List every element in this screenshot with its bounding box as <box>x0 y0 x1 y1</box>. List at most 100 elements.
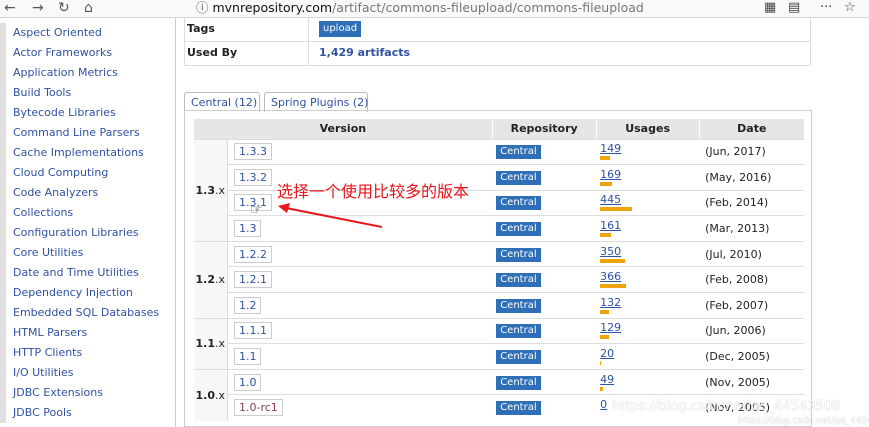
version-link[interactable]: 1.2.1 <box>233 271 272 289</box>
version-group-suffix: .x <box>214 183 225 197</box>
tags-label: Tags <box>187 22 215 35</box>
usages-link[interactable]: 132 <box>600 296 699 309</box>
usedby-link[interactable]: 1,429 artifacts <box>319 46 410 59</box>
sidebar-item-http-clients[interactable]: HTTP Clients <box>0 343 176 363</box>
usages-bar <box>600 181 613 186</box>
url-host: mvnrepository.com <box>212 0 333 15</box>
sidebar-item-bytecode-libraries[interactable]: Bytecode Libraries <box>0 103 176 123</box>
version-row: 1.1 Central 20 (Dec, 2005) <box>194 343 804 370</box>
usages-cell: 366 <box>596 266 700 293</box>
usages-link[interactable]: 350 <box>600 245 699 258</box>
version-link[interactable]: 1.0-rc1 <box>233 399 283 417</box>
reader-view-icon[interactable]: ▤ <box>788 0 800 16</box>
sidebar-item-jdbc-pools[interactable]: JDBC Pools <box>0 403 176 423</box>
qr-code-icon[interactable]: ▦ <box>764 0 776 16</box>
repository-badge[interactable]: Central <box>496 222 541 237</box>
watermark: https://blog.csdn.net/qq_44543508 <box>612 399 841 414</box>
version-row: 1.3.x 1.3.3 Central 149 (Jun, 2017) <box>193 138 804 242</box>
watermark-small: https://blog.csdn.net/qq_44543508 <box>738 416 869 426</box>
repository-badge[interactable]: Central <box>496 350 541 365</box>
repository-cell: Central <box>492 164 597 191</box>
sidebar-item-embedded-sql-databases[interactable]: Embedded SQL Databases <box>0 303 176 323</box>
sidebar-item-date-and-time-utilities[interactable]: Date and Time Utilities <box>0 263 176 283</box>
repository-badge[interactable]: Central <box>496 273 541 288</box>
date-cell: (Feb, 2008) <box>699 266 804 293</box>
repository-badge[interactable]: Central <box>496 196 541 211</box>
sidebar-item-command-line-parsers[interactable]: Command Line Parsers <box>0 123 176 143</box>
repository-badge[interactable]: Central <box>496 145 541 160</box>
version-link[interactable]: 1.3.2 <box>233 168 272 186</box>
usages-link[interactable]: 129 <box>600 322 699 334</box>
version-link[interactable]: 1.2 <box>233 296 262 314</box>
repository-cell: Central <box>492 240 597 267</box>
categories-sidebar: Aspect Oriented Actor Frameworks Applicati… <box>0 18 176 427</box>
sidebar-item-i-o-utilities[interactable]: I/O Utilities <box>0 363 176 383</box>
repository-badge[interactable]: Central <box>496 375 541 390</box>
divider <box>308 42 309 66</box>
tab-spring-plugins[interactable]: Spring Plugins (2) <box>264 92 368 112</box>
repository-cell: Central <box>492 189 597 216</box>
version-link[interactable]: 1.0 <box>233 373 262 391</box>
version-row: 1.1.x 1.1.1 Central 129 (Jun, 2006) <box>193 317 804 370</box>
version-link[interactable]: 1.2.2 <box>233 245 272 263</box>
repository-cell: Central <box>492 215 597 242</box>
version-link[interactable]: 1.1.1 <box>233 322 272 340</box>
usages-cell: 149 <box>596 138 700 165</box>
col-header-date: Date <box>698 119 804 139</box>
usages-link[interactable]: 169 <box>600 168 699 181</box>
usages-link[interactable]: 366 <box>600 271 699 283</box>
sidebar-item-jdbc-extensions[interactable]: JDBC Extensions <box>0 383 176 403</box>
arrow-right-icon[interactable]: → <box>32 1 44 16</box>
sidebar-item-core-utilities[interactable]: Core Utilities <box>0 243 176 263</box>
version-cell: 1.0-rc1 <box>227 394 493 421</box>
usages-cell: 129 <box>596 317 700 344</box>
repository-badge[interactable]: Central <box>496 401 541 416</box>
sidebar-item-cloud-computing[interactable]: Cloud Computing <box>0 163 176 183</box>
tag-badge[interactable]: upload <box>319 21 362 37</box>
annotation-arrow <box>278 203 383 228</box>
sidebar-item-cache-implementations[interactable]: Cache Implementations <box>0 143 176 163</box>
date-cell: (Dec, 2005) <box>699 343 804 370</box>
version-group-label: 1.3.x <box>193 138 228 242</box>
usages-cell: 49 <box>596 368 700 395</box>
sidebar-item-dependency-injection[interactable]: Dependency Injection <box>0 283 176 303</box>
version-group-number: 1.0 <box>195 388 215 402</box>
usages-bar <box>600 233 612 238</box>
sidebar-item-application-metrics[interactable]: Application Metrics <box>0 63 176 83</box>
usages-cell: 161 <box>596 215 700 242</box>
sidebar-item-html-parsers[interactable]: HTML Parsers <box>0 323 176 343</box>
tab-central[interactable]: Central (12) <box>184 92 260 112</box>
usages-link[interactable]: 161 <box>600 220 699 232</box>
date-cell: (Jun, 2017) <box>699 138 804 165</box>
repository-badge[interactable]: Central <box>496 298 541 313</box>
repository-badge[interactable]: Central <box>496 170 541 185</box>
more-icon[interactable]: ··· <box>820 0 832 16</box>
sidebar-item-build-tools[interactable]: Build Tools <box>0 83 176 103</box>
version-group-number: 1.1 <box>195 337 215 351</box>
usages-link[interactable]: 49 <box>600 373 699 386</box>
usages-link[interactable]: 149 <box>600 143 699 155</box>
repository-cell: Central <box>492 317 597 344</box>
version-row: 1.2.x 1.2.2 Central 350 (Jul, 2010) <box>193 240 804 319</box>
address-bar[interactable]: ⓘ mvnrepository.com/artifact/commons-fil… <box>196 0 756 17</box>
sidebar-item-code-analyzers[interactable]: Code Analyzers <box>0 183 176 203</box>
arrow-left-icon[interactable]: ← <box>4 1 16 16</box>
version-link[interactable]: 1.1 <box>233 348 262 366</box>
sidebar-item-configuration-libraries[interactable]: Configuration Libraries <box>0 223 176 243</box>
info-icon[interactable]: ⓘ <box>196 0 212 15</box>
sidebar-item-actor-frameworks[interactable]: Actor Frameworks <box>0 43 176 63</box>
usages-link[interactable]: 445 <box>600 194 699 206</box>
version-link[interactable]: 1.3.3 <box>233 143 272 161</box>
reload-icon[interactable]: ↻ <box>58 1 70 16</box>
home-icon[interactable]: ⌂ <box>84 1 93 16</box>
usages-cell: 169 <box>596 164 700 191</box>
repository-badge[interactable]: Central <box>496 247 541 262</box>
usages-link[interactable]: 20 <box>600 348 699 360</box>
version-group-label: 1.1.x <box>193 317 228 370</box>
sidebar-item-collections[interactable]: Collections <box>0 203 176 223</box>
version-link[interactable]: 1.3 <box>233 220 262 238</box>
bookmark-star-icon[interactable]: ☆ <box>844 0 856 16</box>
usages-cell: 20 <box>596 343 700 370</box>
repository-badge[interactable]: Central <box>496 324 541 339</box>
sidebar-item-aspect-oriented[interactable]: Aspect Oriented <box>0 23 176 43</box>
